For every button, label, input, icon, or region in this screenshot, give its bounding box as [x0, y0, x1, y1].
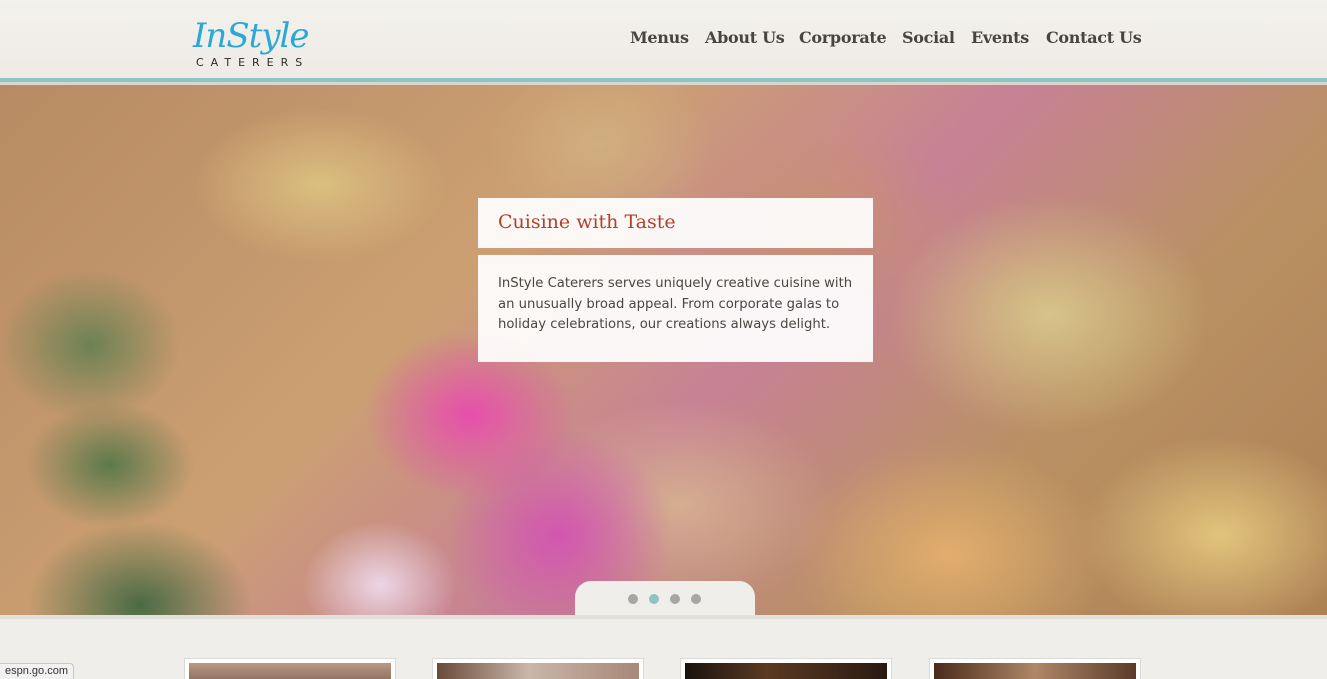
feature-thumbnail[interactable]: [432, 658, 644, 679]
site-header: InStyle CATERERS Menus About Us Corporat…: [0, 0, 1327, 80]
thumbnail-image: [189, 663, 391, 679]
feature-thumbnail[interactable]: [184, 658, 396, 679]
hero-slideshow: Cuisine with Taste InStyle Caterers serv…: [0, 85, 1327, 615]
feature-thumbnail[interactable]: [680, 658, 892, 679]
pager-dot-icon[interactable]: [670, 594, 680, 604]
logo-subtitle: CATERERS: [196, 56, 310, 69]
pager-dot-icon[interactable]: [628, 594, 638, 604]
nav-item-about-us[interactable]: About Us: [705, 28, 785, 47]
nav-item-menus[interactable]: Menus: [630, 28, 689, 47]
thumbnail-image: [685, 663, 887, 679]
nav-item-corporate[interactable]: Corporate: [799, 28, 887, 47]
caption-title: Cuisine with Taste: [498, 211, 676, 233]
status-bar-url: espn.go.com: [0, 663, 74, 679]
feature-thumbnail[interactable]: [929, 658, 1141, 679]
content-divider: [0, 615, 1327, 619]
caption-title-box: Cuisine with Taste: [478, 198, 873, 248]
nav-item-contact-us[interactable]: Contact Us: [1046, 28, 1142, 47]
thumbnail-image: [437, 663, 639, 679]
main-nav: Menus About Us Corporate Social Events C…: [0, 28, 1327, 52]
slide-pager: [575, 581, 755, 615]
thumbnail-image: [934, 663, 1136, 679]
pager-dot-icon[interactable]: [649, 594, 659, 604]
caption-body-box: InStyle Caterers serves uniquely creativ…: [478, 255, 873, 362]
caption-body: InStyle Caterers serves uniquely creativ…: [498, 276, 853, 332]
nav-item-events[interactable]: Events: [971, 28, 1029, 47]
pager-dot-icon[interactable]: [691, 594, 701, 604]
nav-item-social[interactable]: Social: [902, 28, 955, 47]
